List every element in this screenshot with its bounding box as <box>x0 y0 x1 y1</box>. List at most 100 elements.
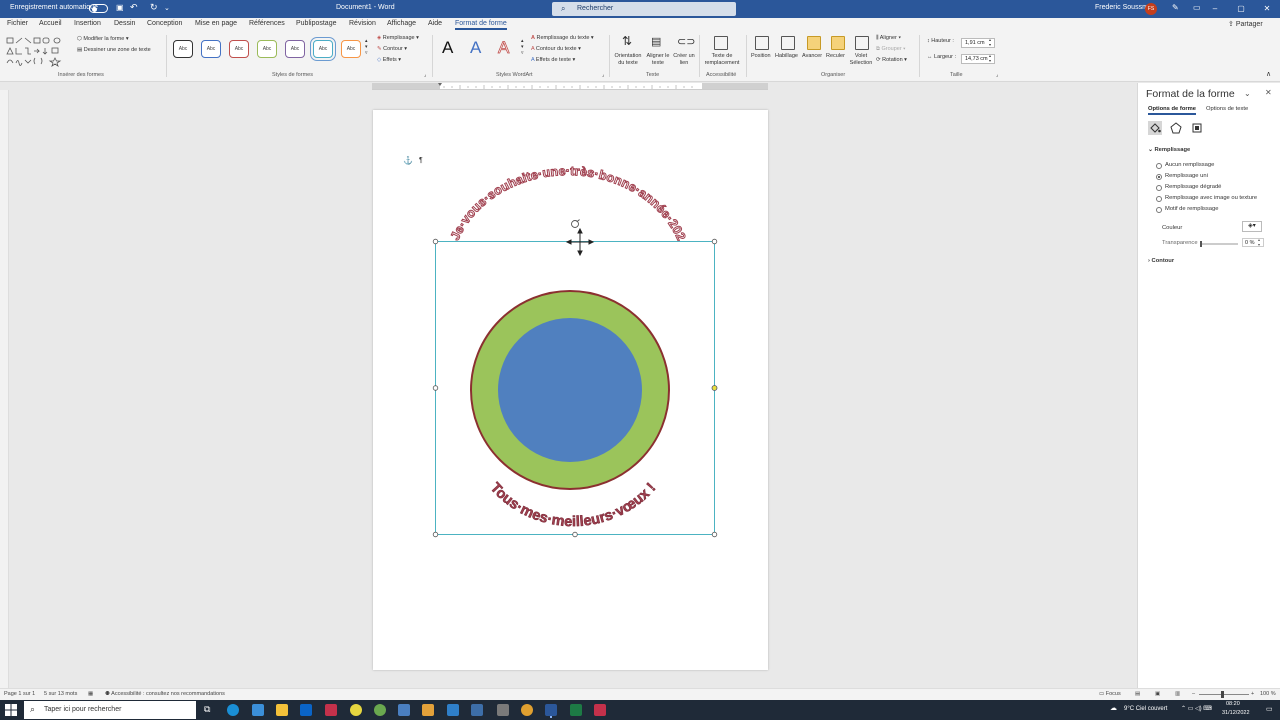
edge-icon[interactable] <box>227 704 239 716</box>
pane-options-icon[interactable]: ⌄ <box>1244 89 1251 98</box>
weather-text[interactable]: 9°C Ciel couvert <box>1124 706 1167 712</box>
app-icon-blue-2[interactable] <box>447 704 459 716</box>
pen-icon[interactable]: ✎ <box>1172 3 1179 12</box>
tab-accueil[interactable]: Accueil <box>39 20 62 27</box>
text-effects-button[interactable]: A Effets de texte ▾ <box>531 57 575 63</box>
tab-shape-options[interactable]: Options de forme <box>1148 106 1196 115</box>
app-icon-blue-3[interactable] <box>471 704 483 716</box>
shape-fill-button[interactable]: ◈ Remplissage ▾ <box>377 35 419 41</box>
ribbon-display-icon[interactable]: ▭ <box>1193 3 1201 12</box>
proofing-icon[interactable]: ▦ <box>88 691 93 697</box>
excel-icon[interactable] <box>570 704 582 716</box>
color-picker-button[interactable]: ◈▾ <box>1242 221 1262 232</box>
zoom-slider-knob[interactable] <box>1221 691 1224 698</box>
app-icon-red[interactable] <box>594 704 606 716</box>
resize-handle-top-right[interactable] <box>711 238 718 245</box>
share-button[interactable]: ⇪ Partager <box>1228 20 1263 28</box>
send-backward-icon[interactable] <box>831 36 845 50</box>
tab-aide[interactable]: Aide <box>428 20 442 27</box>
transparency-input[interactable]: 0 % <box>1242 238 1264 247</box>
close-button[interactable]: ✕ <box>1256 2 1278 16</box>
shape-styles-launcher-icon[interactable]: ⌟ <box>424 72 426 78</box>
mail-icon[interactable] <box>300 704 312 716</box>
word-count[interactable]: 5 sur 13 mots <box>44 691 77 697</box>
selection-pane-icon[interactable] <box>855 36 869 50</box>
wordart-style-black[interactable]: A <box>442 38 453 58</box>
styles-gallery-scroll-icon[interactable]: ▴ ▾ ▿ <box>365 38 368 56</box>
shape-style-7[interactable]: Abc <box>341 40 361 58</box>
powerpoint-icon[interactable] <box>325 704 337 716</box>
tab-revision[interactable]: Révision <box>349 20 376 27</box>
wordart-launcher-icon[interactable]: ⌟ <box>602 72 604 78</box>
app-icon-green[interactable] <box>374 704 386 716</box>
inner-blue-circle[interactable] <box>498 318 642 462</box>
radio-no-fill[interactable] <box>1156 163 1162 169</box>
tab-affichage[interactable]: Affichage <box>387 20 416 27</box>
app-icon-blue[interactable] <box>398 704 410 716</box>
web-layout-icon[interactable]: ▥ <box>1175 691 1180 697</box>
radio-solid-fill[interactable] <box>1156 174 1162 180</box>
notifications-icon[interactable]: ▭ <box>1266 705 1273 713</box>
width-spinner-icon[interactable]: ▴ ▾ <box>989 53 991 63</box>
fill-line-icon[interactable] <box>1148 121 1162 135</box>
wordart-style-blue[interactable]: A <box>470 38 481 58</box>
tab-insertion[interactable]: Insertion <box>74 20 101 27</box>
zoom-out-icon[interactable]: – <box>1192 691 1195 697</box>
shape-style-4[interactable]: Abc <box>257 40 277 58</box>
taskbar-search[interactable]: ⌕ Taper ici pour rechercher <box>24 701 196 719</box>
radio-picture-fill[interactable] <box>1156 196 1162 202</box>
tab-mise-en-page[interactable]: Mise en page <box>195 20 237 27</box>
fill-section-toggle[interactable]: ⌄ Remplissage <box>1148 147 1190 153</box>
radio-pattern-fill[interactable] <box>1156 207 1162 213</box>
autosave-toggle[interactable] <box>89 4 108 13</box>
horizontal-ruler[interactable] <box>372 83 768 90</box>
selection-pane-button[interactable]: Volet Sélection <box>848 53 874 67</box>
chrome-icon[interactable] <box>521 704 533 716</box>
bring-forward-button[interactable]: Avancer <box>802 53 822 59</box>
size-launcher-icon[interactable]: ⌟ <box>996 72 998 78</box>
weather-icon[interactable]: ☁ <box>1110 704 1117 712</box>
align-button[interactable]: ⫼ Aligner ▾ <box>876 35 901 42</box>
transparency-spinner-icon[interactable]: ▴ ▾ <box>1258 237 1260 247</box>
wordart-arc-top[interactable]: Je·vous·souhaite·une·très·bonne·année·20… <box>373 110 689 243</box>
user-avatar[interactable]: FS <box>1145 3 1157 15</box>
store-icon[interactable] <box>252 704 264 716</box>
shape-outline-button[interactable]: ✎ Contour ▾ <box>377 46 407 52</box>
app-icon-grey[interactable] <box>497 704 509 716</box>
size-properties-icon[interactable] <box>1190 121 1204 135</box>
alt-text-icon[interactable] <box>714 36 728 50</box>
collapse-ribbon-icon[interactable]: ∧ <box>1266 70 1271 78</box>
resize-handle-bottom-middle[interactable] <box>572 531 578 538</box>
edit-shape-button[interactable]: ⬡ Modifier la forme ▾ <box>77 36 129 42</box>
maximize-button[interactable]: ▢ <box>1230 2 1252 16</box>
print-layout-icon[interactable]: ▣ <box>1155 691 1160 697</box>
redo-icon[interactable]: ↻ <box>150 2 158 13</box>
zoom-in-icon[interactable]: + <box>1251 691 1254 697</box>
transparency-slider[interactable] <box>1200 241 1238 247</box>
radio-gradient-fill[interactable] <box>1156 185 1162 191</box>
undo-icon[interactable]: ↶ <box>130 2 138 13</box>
minimize-button[interactable]: – <box>1204 2 1226 16</box>
page-count[interactable]: Page 1 sur 1 <box>4 691 35 697</box>
text-direction-icon[interactable]: ⇅ <box>622 34 632 48</box>
tab-conception[interactable]: Conception <box>147 20 182 27</box>
user-name[interactable]: Frederic Soussme <box>1095 4 1152 11</box>
position-button[interactable]: Position <box>751 53 771 59</box>
wrap-text-button[interactable]: Habillage <box>775 53 798 59</box>
adjust-handle[interactable] <box>711 385 718 391</box>
send-backward-button[interactable]: Reculer <box>826 53 845 59</box>
bring-forward-icon[interactable] <box>807 36 821 50</box>
align-text-icon[interactable]: ▤ <box>651 35 661 48</box>
text-outline-button[interactable]: A Contour du texte ▾ <box>531 46 581 52</box>
tab-dessin[interactable]: Dessin <box>114 20 135 27</box>
system-tray-icons[interactable]: ⌃ ▭ ◁) ⌨ <box>1181 705 1212 712</box>
wordart-gallery-scroll-icon[interactable]: ▴ ▾ ▿ <box>521 38 524 56</box>
shape-style-3[interactable]: Abc <box>229 40 249 58</box>
shape-effects-button[interactable]: ◇ Effets ▾ <box>377 57 401 63</box>
file-explorer-icon[interactable] <box>276 704 288 716</box>
tab-references[interactable]: Références <box>249 20 285 27</box>
pane-close-icon[interactable]: ✕ <box>1265 88 1272 97</box>
rotate-button[interactable]: ⟳ Rotation ▾ <box>876 57 907 63</box>
resize-handle-bottom-left[interactable] <box>432 531 439 538</box>
read-mode-icon[interactable]: ▤ <box>1135 691 1140 697</box>
